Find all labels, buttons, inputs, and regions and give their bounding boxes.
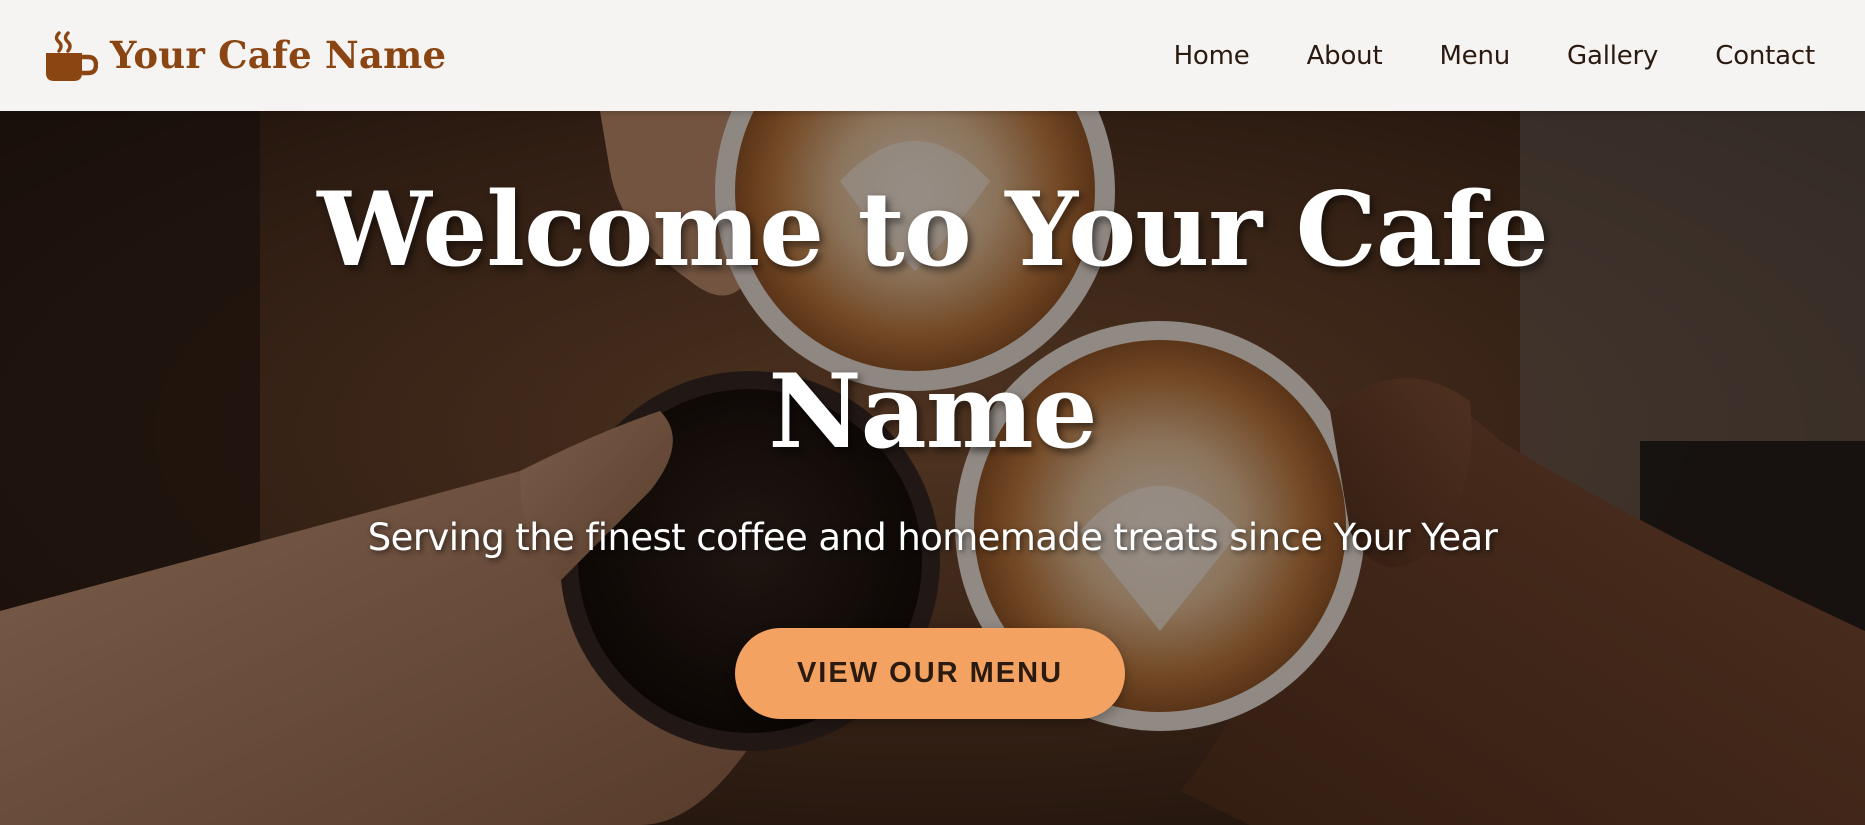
- nav-menu[interactable]: Menu: [1439, 41, 1510, 71]
- brand-logo[interactable]: Your Cafe Name: [44, 29, 446, 83]
- nav-gallery[interactable]: Gallery: [1567, 41, 1658, 71]
- nav-about[interactable]: About: [1307, 41, 1383, 71]
- hero-title: Welcome to Your Cafe Name: [317, 170, 1548, 472]
- hero-section: Welcome to Your Cafe Name Serving the fi…: [0, 111, 1865, 825]
- hero-subtitle: Serving the finest coffee and homemade t…: [367, 516, 1498, 559]
- nav-contact[interactable]: Contact: [1715, 41, 1815, 71]
- coffee-cup-icon: [46, 30, 98, 81]
- main-nav: Home About Menu Gallery Contact: [1174, 41, 1816, 71]
- site-header: Your Cafe Name Home About Menu Gallery C…: [0, 0, 1865, 111]
- brand-name: Your Cafe Name: [110, 33, 447, 77]
- nav-home[interactable]: Home: [1174, 41, 1250, 71]
- view-menu-button[interactable]: VIEW OUR MENU: [735, 628, 1125, 719]
